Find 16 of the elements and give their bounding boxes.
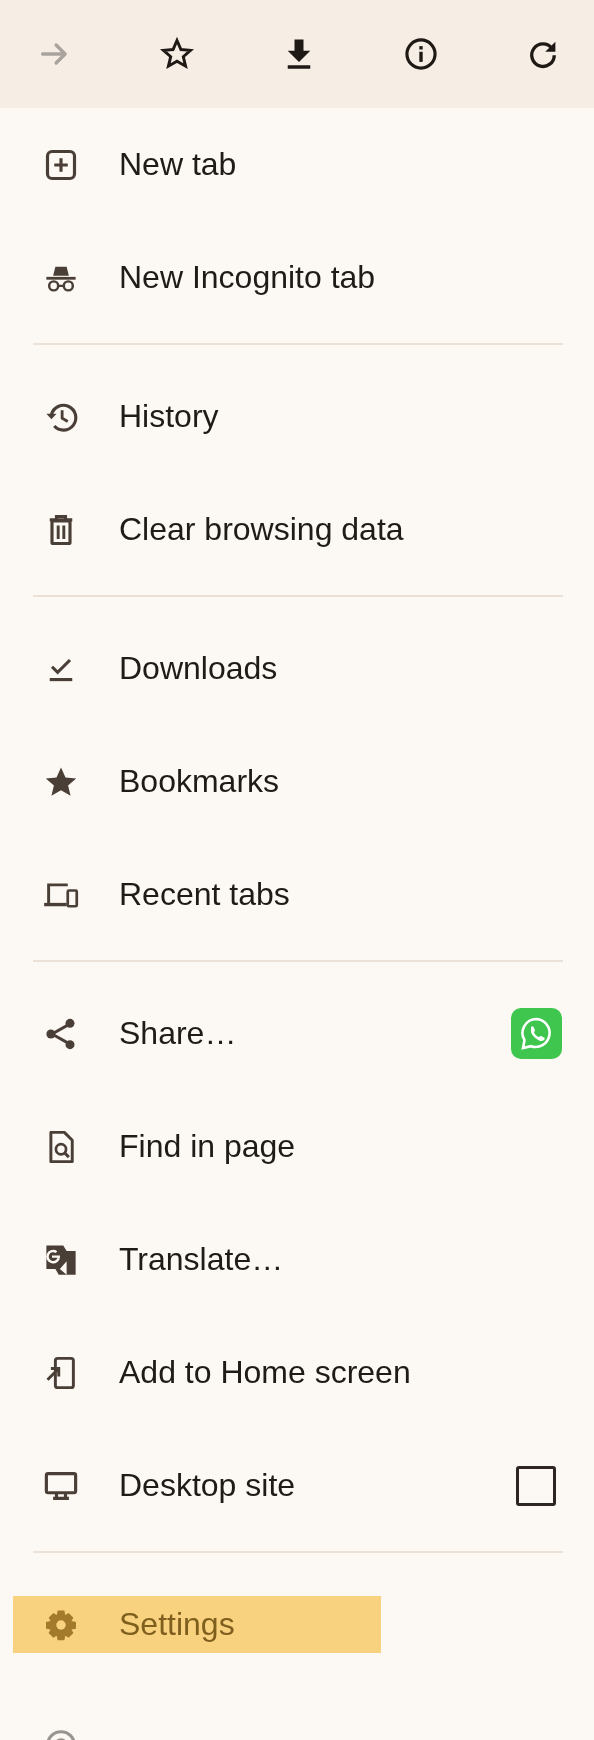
star-icon[interactable] [159,36,195,72]
menu-item[interactable]: Downloads [13,640,562,697]
menu-item[interactable]: Settings [13,1596,381,1653]
menu-item[interactable]: Recent tabs [13,866,562,923]
info-icon[interactable] [403,36,439,72]
menu-item[interactable]: Find in page [13,1118,562,1175]
menu-item[interactable]: History [13,388,562,445]
menu-item[interactable]: New tab [13,136,562,193]
menu-item[interactable]: Desktop site [13,1457,516,1514]
menu-item[interactable]: Share… [13,1005,511,1062]
menu-item[interactable]: Bookmarks [13,753,562,810]
checkbox[interactable] [516,1465,556,1506]
menu-item[interactable]: New Incognito tab [13,249,562,306]
menu-item[interactable]: Add to Home screen [13,1344,562,1401]
menu-item[interactable]: Translate… [13,1231,562,1288]
menu-item[interactable]: Clear browsing data [13,501,562,558]
